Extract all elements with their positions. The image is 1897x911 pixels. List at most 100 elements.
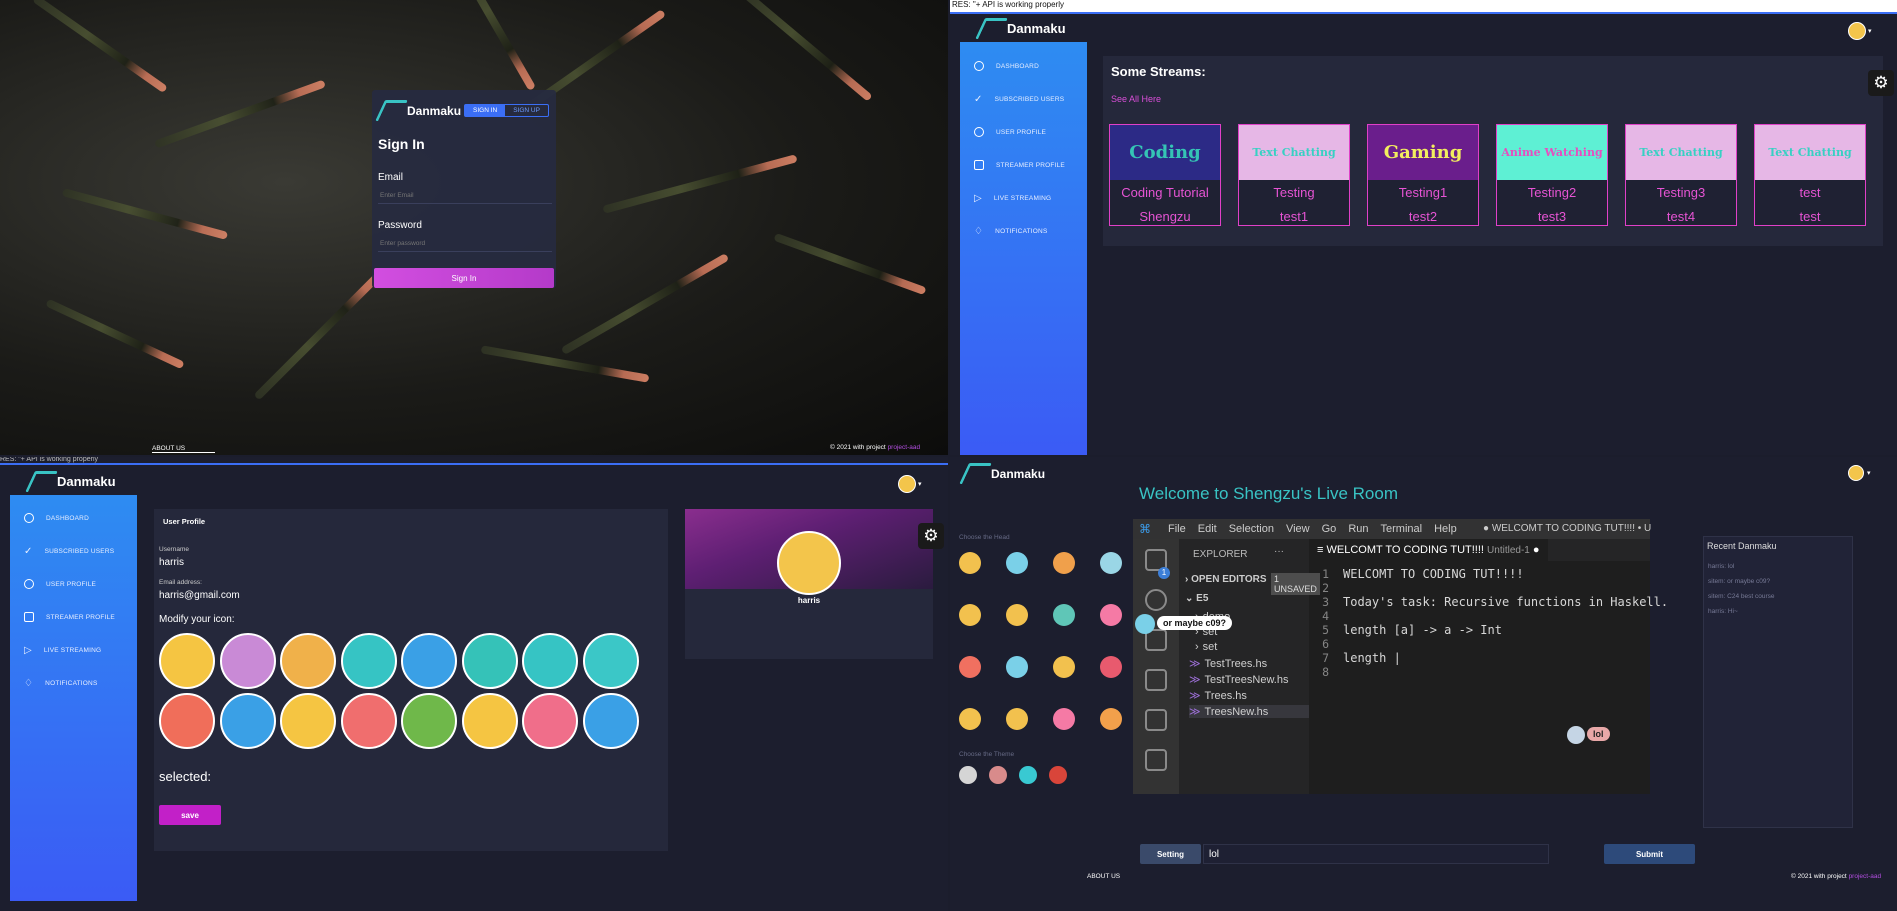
- theme-option[interactable]: [989, 766, 1007, 784]
- email-field[interactable]: [378, 187, 552, 204]
- owl-icon[interactable]: [461, 633, 518, 689]
- head-option-icon[interactable]: [959, 656, 981, 678]
- user-avatar-menu[interactable]: [898, 475, 916, 493]
- head-option-icon[interactable]: [1006, 656, 1028, 678]
- lion2-icon[interactable]: [401, 693, 457, 749]
- signin-button[interactable]: Sign In: [374, 268, 554, 288]
- menu-item-run[interactable]: Run: [1348, 523, 1368, 535]
- sidebar-item-subscribed-users[interactable]: ✓ SUBSCRIBED USERS: [974, 94, 1064, 105]
- file-item[interactable]: ≫ TreesNew.hs: [1189, 705, 1309, 718]
- head-option-icon[interactable]: [1053, 552, 1075, 574]
- head-option-icon[interactable]: [1100, 552, 1122, 574]
- seal-icon[interactable]: [219, 633, 276, 689]
- about-us-link[interactable]: ABOUT US: [152, 445, 216, 453]
- sidebar-item-dashboard[interactable]: DASHBOARD: [24, 513, 89, 523]
- head-option-icon[interactable]: [1100, 708, 1122, 730]
- file-label: TreesNew.hs: [1204, 706, 1269, 718]
- project-link[interactable]: project-aad: [1849, 873, 1882, 880]
- sidebar-item-notifications[interactable]: ♢ NOTIFICATIONS: [974, 226, 1047, 237]
- menu-item-help[interactable]: Help: [1434, 523, 1457, 535]
- theme-option[interactable]: [1049, 766, 1067, 784]
- monkey-icon[interactable]: [219, 693, 276, 749]
- polar-bear-icon[interactable]: [340, 633, 397, 689]
- see-all-link[interactable]: See All Here: [1111, 94, 1161, 104]
- head-option-icon[interactable]: [959, 604, 981, 626]
- lion-icon[interactable]: [280, 633, 336, 689]
- file-item[interactable]: ≫ Trees.hs: [1189, 689, 1247, 702]
- stream-user: test: [1799, 209, 1821, 224]
- bird-icon[interactable]: [401, 633, 457, 689]
- settings-gear-icon[interactable]: ⚙: [1868, 70, 1894, 96]
- file-item[interactable]: ≫ TestTreesNew.hs: [1189, 673, 1288, 686]
- password-label: Password: [378, 220, 422, 231]
- head-option-icon[interactable]: [1053, 604, 1075, 626]
- line-number: 4: [1322, 609, 1329, 623]
- menu-item-go[interactable]: Go: [1322, 523, 1337, 535]
- more-actions-icon[interactable]: ···: [1274, 546, 1284, 557]
- folder-item[interactable]: › set: [1195, 641, 1217, 653]
- cat-icon[interactable]: [280, 693, 336, 749]
- unsaved-dot-icon: ●: [1532, 544, 1540, 556]
- danmaku-input[interactable]: [1203, 844, 1549, 864]
- sidebar-item-live-streaming[interactable]: ▷ LIVE STREAMING: [24, 645, 101, 656]
- project-link[interactable]: project-aad: [888, 444, 921, 451]
- about-us-link[interactable]: ABOUT US: [1087, 873, 1120, 880]
- stream-thumbnail: Text Chatting: [1626, 125, 1736, 180]
- gorilla-icon[interactable]: [340, 693, 397, 749]
- stream-card[interactable]: Coding Coding Tutorial Shengzu: [1109, 124, 1221, 226]
- recent-danmaku-item: sitem: C24 best course: [1708, 593, 1775, 600]
- user-avatar-menu[interactable]: [1848, 22, 1866, 40]
- elephant-icon[interactable]: [522, 633, 578, 689]
- theme-option[interactable]: [959, 766, 977, 784]
- sidebar-item-live-streaming[interactable]: ▷ LIVE STREAMING: [974, 193, 1051, 204]
- sidebar-item-subscribed-users[interactable]: ✓ SUBSCRIBED USERS: [24, 546, 114, 557]
- head-option-icon[interactable]: [1006, 708, 1028, 730]
- tiger-icon[interactable]: [582, 693, 639, 749]
- head-option-icon[interactable]: [959, 552, 981, 574]
- menu-item-view[interactable]: View: [1286, 523, 1310, 535]
- head-option-icon[interactable]: [1006, 552, 1028, 574]
- stream-card[interactable]: Text Chatting Testing test1: [1238, 124, 1350, 226]
- sidebar-item-notifications[interactable]: ♢ NOTIFICATIONS: [24, 678, 97, 689]
- crab-icon[interactable]: [159, 693, 215, 749]
- head-option-icon[interactable]: [1053, 656, 1075, 678]
- sidebar-item-user-profile[interactable]: USER PROFILE: [24, 579, 96, 589]
- starfish-icon[interactable]: [582, 633, 639, 689]
- sidebar-item-dashboard[interactable]: DASHBOARD: [974, 61, 1039, 71]
- background-bullet: [61, 188, 229, 240]
- menu-item-file[interactable]: File: [1168, 523, 1186, 535]
- stream-card[interactable]: Text Chatting Testing3 test4: [1625, 124, 1737, 226]
- theme-option[interactable]: [1019, 766, 1037, 784]
- head-option-icon[interactable]: [1100, 656, 1122, 678]
- open-editors-section[interactable]: › OPEN EDITORS: [1185, 574, 1267, 585]
- user-avatar-menu[interactable]: [1848, 465, 1864, 481]
- tab-signup[interactable]: SIGN UP: [505, 105, 548, 116]
- rabbit-icon[interactable]: [522, 693, 578, 749]
- file-item[interactable]: ≫ TestTrees.hs: [1189, 657, 1267, 670]
- background-bullet: [773, 232, 927, 296]
- head-option-icon[interactable]: [959, 708, 981, 730]
- stream-card[interactable]: Anime Watching Testing2 test3: [1496, 124, 1608, 226]
- sidebar-item-streamer-profile[interactable]: STREAMER PROFILE: [974, 160, 1065, 170]
- menu-item-selection[interactable]: Selection: [1229, 523, 1274, 535]
- settings-gear-icon[interactable]: ⚙: [918, 523, 944, 549]
- stream-card[interactable]: Text Chatting test test: [1754, 124, 1866, 226]
- menu-item-edit[interactable]: Edit: [1198, 523, 1217, 535]
- folder-e5[interactable]: ⌄ E5: [1185, 593, 1208, 604]
- stream-card[interactable]: Gaming Testing1 test2: [1367, 124, 1479, 226]
- sidebar-item-user-profile[interactable]: USER PROFILE: [974, 127, 1046, 137]
- tab-signin[interactable]: SIGN IN: [465, 105, 506, 116]
- submit-button[interactable]: Submit: [1604, 844, 1695, 864]
- save-button[interactable]: save: [159, 805, 221, 825]
- penguin-icon[interactable]: [159, 633, 215, 689]
- head-option-icon[interactable]: [1100, 604, 1122, 626]
- setting-button[interactable]: Setting: [1140, 844, 1201, 864]
- password-field[interactable]: [378, 235, 552, 252]
- editor-tab[interactable]: ≡ WELCOMT TO CODING TUT!!!! Untitled-1 ●: [1309, 539, 1548, 561]
- koala-icon[interactable]: [461, 693, 518, 749]
- head-option-icon[interactable]: [1006, 604, 1028, 626]
- menu-item-terminal[interactable]: Terminal: [1381, 523, 1423, 535]
- head-option-icon[interactable]: [1053, 708, 1075, 730]
- profile-card-title: User Profile: [163, 517, 206, 526]
- sidebar-item-streamer-profile[interactable]: STREAMER PROFILE: [24, 612, 115, 622]
